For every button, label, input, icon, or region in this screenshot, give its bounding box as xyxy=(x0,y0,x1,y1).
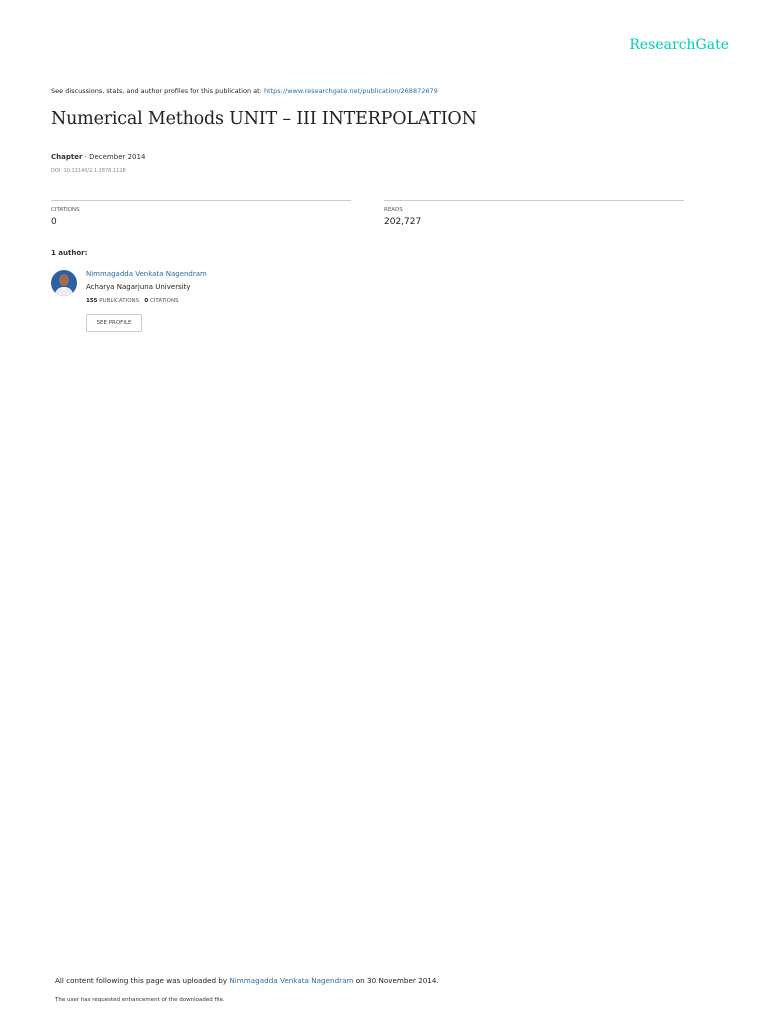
upload-prefix: All content following this page was uplo… xyxy=(55,976,230,985)
upload-suffix: on 30 November 2014. xyxy=(353,976,439,985)
publication-title: Numerical Methods UNIT – III INTERPOLATI… xyxy=(51,109,477,129)
author-avatar[interactable] xyxy=(51,270,77,296)
citations-label: CITATIONS xyxy=(51,207,80,213)
author-publications-count: 155 xyxy=(86,298,98,304)
discussion-text: See discussions, stats, and author profi… xyxy=(51,87,264,95)
publication-type: Chapter xyxy=(51,153,83,161)
discussion-note: See discussions, stats, and author profi… xyxy=(51,87,438,95)
divider xyxy=(51,200,351,201)
author-publications-label: PUBLICATIONS xyxy=(97,298,140,304)
researchgate-logo[interactable]: ResearchGate xyxy=(629,37,729,53)
author-stats: 155 PUBLICATIONS 0 CITATIONS xyxy=(86,298,179,304)
request-note: The user has requested enhancement of th… xyxy=(55,997,225,1003)
reads-value: 202,727 xyxy=(384,217,422,227)
publication-link[interactable]: https://www.researchgate.net/publication… xyxy=(264,87,438,95)
upload-note: All content following this page was uplo… xyxy=(55,976,439,985)
citations-value: 0 xyxy=(51,217,57,227)
authors-heading: 1 author: xyxy=(51,249,88,257)
publication-doi: DOI: 10.13140/2.1.2878.1128 xyxy=(51,168,126,174)
uploader-link[interactable]: Nimmagadda Venkata Nagendram xyxy=(229,976,353,985)
author-name-link[interactable]: Nimmagadda Venkata Nagendram xyxy=(86,270,207,278)
author-institution: Acharya Nagarjuna University xyxy=(86,283,191,291)
publication-date: · December 2014 xyxy=(82,153,146,161)
see-profile-button[interactable]: SEE PROFILE xyxy=(86,314,142,332)
divider xyxy=(384,200,684,201)
author-citations-label: CITATIONS xyxy=(148,298,179,304)
reads-label: READS xyxy=(384,207,403,213)
publication-meta: Chapter · December 2014 xyxy=(51,153,145,161)
